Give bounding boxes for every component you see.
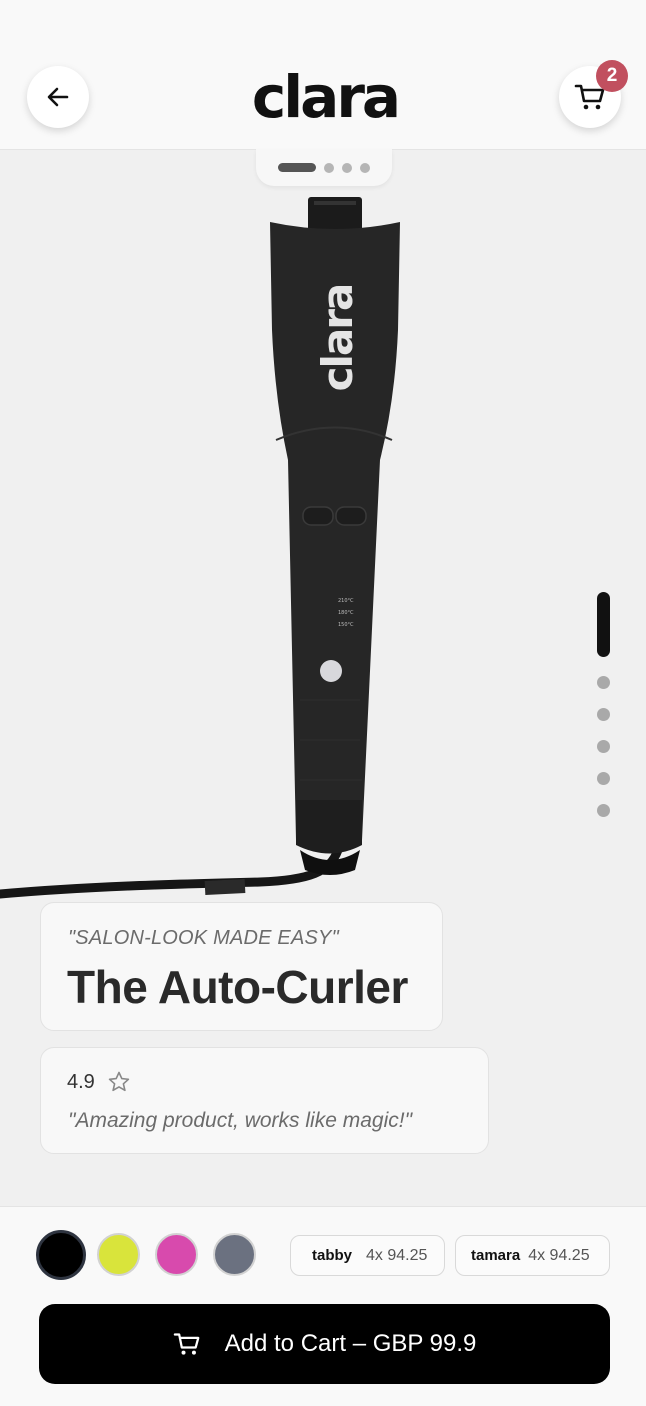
product-logo: clara	[313, 285, 362, 392]
color-swatch-pink[interactable]	[155, 1233, 198, 1276]
review-quote: "Amazing product, works like magic!"	[68, 1109, 413, 1132]
back-button[interactable]	[27, 66, 89, 128]
vertical-pager-dot[interactable]	[596, 772, 610, 785]
product-title: The Auto-Curler	[67, 961, 408, 1013]
image-pager-dot[interactable]	[342, 162, 352, 173]
color-swatch-lime[interactable]	[97, 1233, 140, 1276]
add-to-cart-label: Add to Cart – GBP 99.9	[224, 1330, 477, 1357]
vertical-pager[interactable]	[596, 592, 610, 817]
tamara-installment: 4x 94.25	[528, 1246, 590, 1264]
vertical-pager-dot[interactable]	[596, 804, 610, 817]
color-swatch-black[interactable]	[36, 1230, 86, 1280]
vertical-pager-dot[interactable]	[596, 708, 610, 721]
tabby-installment-chip[interactable]: tabby 4x 94.25	[290, 1235, 445, 1276]
cart-icon	[173, 1333, 200, 1355]
tabby-installment: 4x 94.25	[366, 1246, 428, 1264]
tamara-installment-chip[interactable]: tamara 4x 94.25	[455, 1235, 610, 1276]
tamara-logo: tamara	[471, 1247, 521, 1264]
temp-label: 180°C	[338, 610, 354, 616]
temp-label: 210°C	[338, 598, 354, 604]
add-to-cart-button[interactable]: Add to Cart – GBP 99.9	[39, 1304, 610, 1384]
product-image: 210°C 180°C 150°C clara	[0, 197, 400, 899]
arrow-left-icon	[47, 87, 69, 107]
review-card[interactable]: 4.9 "Amazing product, works like magic!"	[40, 1047, 489, 1154]
star-outline-icon	[108, 1071, 130, 1092]
image-pager-active[interactable]	[278, 163, 316, 172]
image-pager-dot[interactable]	[324, 162, 334, 173]
product-title-card: "SALON-LOOK MADE EASY" The Auto-Curler	[40, 902, 443, 1031]
vertical-pager-dot[interactable]	[596, 676, 610, 689]
tabby-logo: tabby	[312, 1247, 353, 1264]
color-swatch-gray[interactable]	[213, 1233, 256, 1276]
image-pager-dot[interactable]	[360, 162, 370, 173]
vertical-pager-active[interactable]	[596, 592, 610, 657]
svg-text:clara: clara	[313, 285, 362, 392]
temp-label: 150°C	[338, 622, 354, 628]
cart-count-badge: 2	[596, 60, 628, 92]
product-tagline: "SALON-LOOK MADE EASY"	[68, 927, 339, 949]
vertical-pager-dot[interactable]	[596, 740, 610, 753]
brand-logo[interactable]: clara	[245, 64, 405, 130]
rating-value: 4.9	[67, 1071, 95, 1093]
